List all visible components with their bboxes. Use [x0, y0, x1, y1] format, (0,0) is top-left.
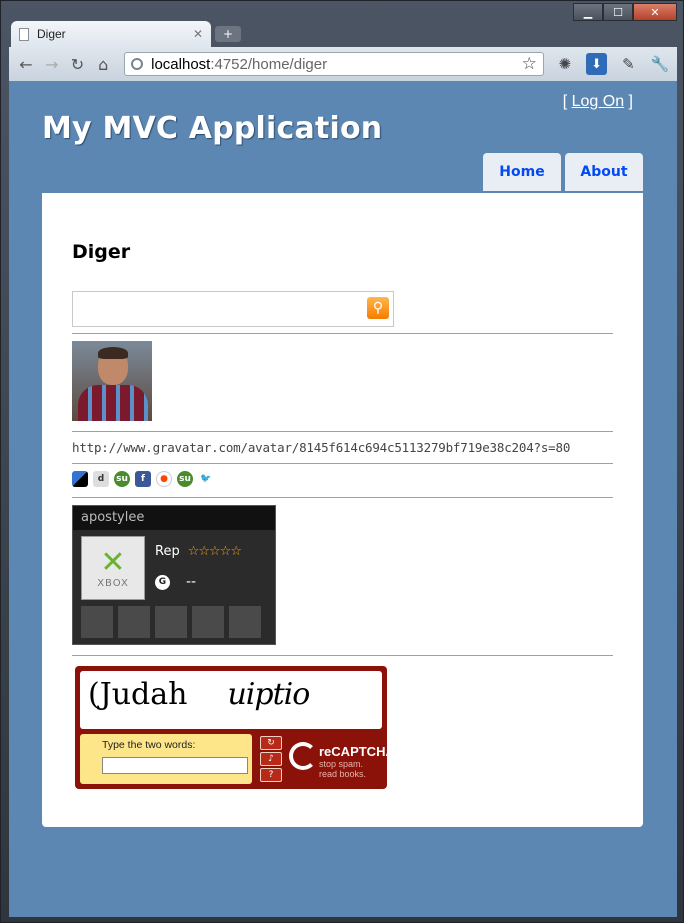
game-slot[interactable] — [229, 606, 261, 638]
stumbleupon-icon[interactable]: su — [177, 471, 193, 487]
minimize-button[interactable]: ▁ — [573, 3, 603, 21]
recaptcha-ring-icon — [289, 742, 317, 770]
gamerscore-value: -- — [186, 574, 197, 590]
recaptcha-widget: (Judah uiptio Type the two words: ↻ ♪ ? … — [75, 666, 408, 789]
page-heading: Diger — [72, 241, 131, 263]
login-bracket-close: ] — [628, 93, 633, 110]
game-slot[interactable] — [81, 606, 113, 638]
reputation: Rep ☆☆☆☆☆ — [155, 544, 242, 559]
share-links: d su f ● su 🐦 — [72, 471, 214, 487]
login-display: [ Log On ] — [563, 93, 633, 111]
download-icon[interactable]: ⬇ — [585, 53, 608, 75]
home-button[interactable]: ⌂ — [92, 53, 114, 75]
recaptcha-tagline-1: stop spam. — [319, 759, 364, 769]
captcha-word-2: uiptio — [227, 677, 310, 712]
tab-title: Diger — [37, 27, 66, 41]
search-icon: ⚲ — [372, 300, 384, 316]
reddit-icon[interactable]: ● — [156, 471, 172, 487]
browser-tab[interactable]: Diger ✕ — [11, 21, 211, 47]
main-menu: Home About — [483, 153, 643, 191]
captcha-word-1: (Judah — [88, 677, 188, 712]
main-content: Diger ⚲ http://www.gravatar.com/avatar/8… — [42, 193, 643, 827]
xbox-gamercard[interactable]: apostylee ✕ XBOX Rep ☆☆☆☆☆ G -- — [72, 505, 276, 645]
gamerscore: G -- — [155, 574, 196, 590]
game-slot[interactable] — [155, 606, 187, 638]
gear-extension-icon[interactable]: ✺ — [554, 53, 576, 75]
rep-label: Rep — [155, 544, 180, 559]
eyedropper-icon[interactable]: ✎ — [617, 53, 639, 75]
captcha-input-panel: Type the two words: — [80, 734, 252, 784]
url-host: localhost — [151, 55, 211, 73]
back-button[interactable]: ← — [15, 53, 37, 75]
reload-button[interactable]: ↻ — [67, 53, 89, 75]
divider — [72, 655, 613, 656]
captcha-image: (Judah uiptio — [80, 671, 382, 729]
audio-icon[interactable]: ♪ — [260, 752, 282, 766]
window-controls: ▁ ☐ ✕ — [573, 3, 677, 21]
page-viewport: [ Log On ] My MVC Application Home About… — [9, 81, 677, 917]
address-bar[interactable]: localhost :4752/home/diger ☆ — [124, 52, 544, 76]
divider — [72, 497, 613, 498]
gravatar-image — [72, 341, 152, 421]
gamertag[interactable]: apostylee — [73, 506, 275, 530]
menu-home-tab[interactable]: Home — [483, 153, 561, 191]
close-button[interactable]: ✕ — [633, 3, 677, 21]
xbox-logo: ✕ XBOX — [81, 536, 145, 600]
gravatar-url: http://www.gravatar.com/avatar/8145f614c… — [72, 440, 571, 455]
url-path: :4752/home/diger — [210, 55, 328, 73]
game-slot[interactable] — [192, 606, 224, 638]
browser-window: ▁ ☐ ✕ Diger ✕ + ← → ↻ ⌂ localhost :4752/… — [0, 0, 684, 923]
refresh-icon[interactable]: ↻ — [260, 736, 282, 750]
browser-toolbar: ← → ↻ ⌂ localhost :4752/home/diger ☆ ✺ ⬇… — [9, 47, 677, 81]
login-bracket-open: [ — [562, 93, 568, 110]
new-tab-button[interactable]: + — [215, 26, 241, 42]
recaptcha-tagline-2: read books. — [319, 769, 367, 779]
forward-button[interactable]: → — [41, 53, 63, 75]
digg-icon[interactable]: d — [93, 471, 109, 487]
game-slot[interactable] — [118, 606, 150, 638]
globe-icon — [131, 58, 144, 70]
help-icon[interactable]: ? — [260, 768, 282, 782]
page-icon — [19, 27, 29, 41]
wrench-icon[interactable]: 🔧 — [649, 53, 671, 75]
gamerscore-icon: G — [155, 574, 170, 590]
divider — [72, 333, 613, 334]
delicious-icon[interactable] — [72, 471, 88, 487]
site-title: My MVC Application — [42, 111, 383, 146]
facebook-icon[interactable]: f — [135, 471, 151, 487]
bookmark-star-icon[interactable]: ☆ — [522, 54, 537, 74]
stumbleupon-icon[interactable]: su — [114, 471, 130, 487]
divider — [72, 463, 613, 464]
captcha-prompt: Type the two words: — [102, 739, 196, 751]
captcha-response-input[interactable] — [102, 757, 248, 774]
recaptcha-brand: reCAPTCHA™ — [319, 744, 408, 759]
rep-stars: ☆☆☆☆☆ — [187, 544, 242, 559]
close-tab-icon[interactable]: ✕ — [193, 27, 203, 41]
maximize-button[interactable]: ☐ — [603, 3, 633, 21]
log-on-link[interactable]: Log On — [572, 93, 624, 110]
search-box: ⚲ — [72, 291, 394, 327]
divider — [72, 431, 613, 432]
recent-games — [81, 606, 261, 638]
menu-about-tab[interactable]: About — [565, 153, 643, 191]
twitter-icon[interactable]: 🐦 — [198, 471, 214, 487]
search-button[interactable]: ⚲ — [367, 297, 389, 319]
captcha-controls: ↻ ♪ ? — [260, 736, 282, 782]
search-input[interactable] — [73, 292, 353, 324]
recaptcha-logo: reCAPTCHA™ stop spam. read books. — [289, 738, 408, 779]
